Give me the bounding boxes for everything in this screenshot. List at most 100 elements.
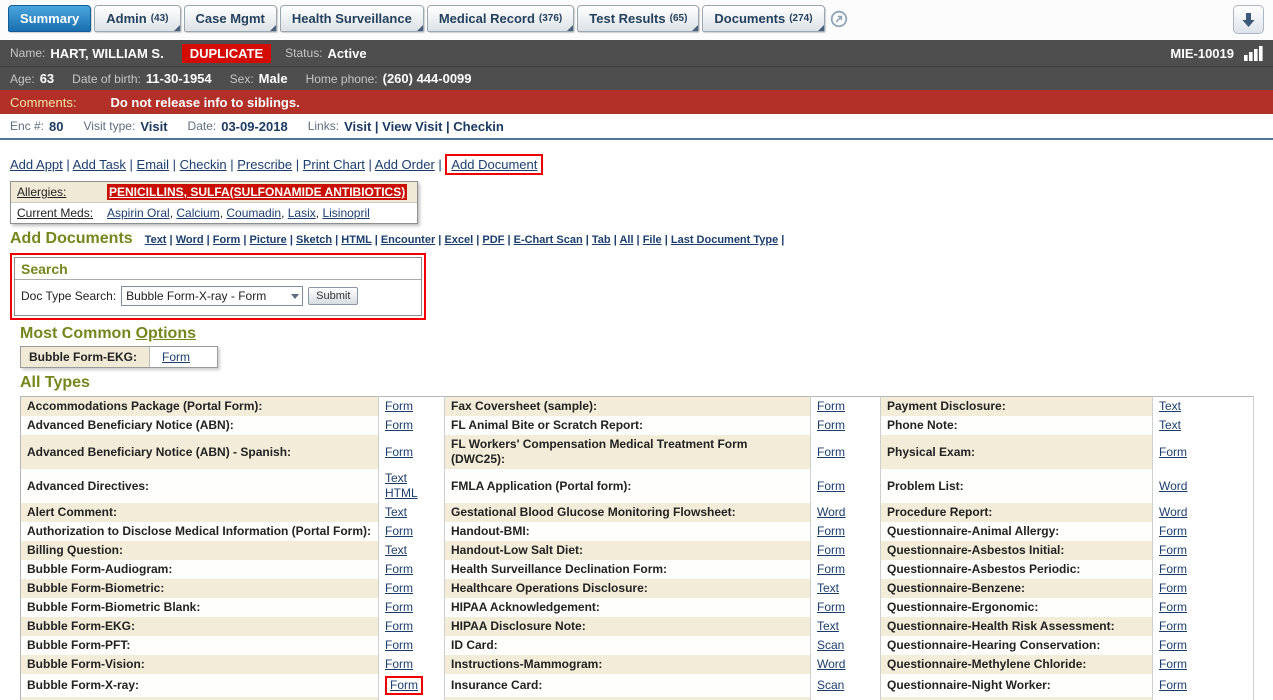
collapse-header-button[interactable] xyxy=(1233,5,1264,34)
tab-count: (65) xyxy=(670,13,688,24)
most-common-form-link[interactable]: Form xyxy=(162,350,190,364)
action-add-order[interactable]: Add Order xyxy=(375,157,435,172)
doc-link-bubble-form-audiogram-form[interactable]: Form xyxy=(385,562,413,576)
format-link-encounter[interactable]: Encounter xyxy=(381,234,435,246)
action-email[interactable]: Email xyxy=(137,157,170,172)
doc-link-bubble-form-vision-form[interactable]: Form xyxy=(385,657,413,671)
format-link-text[interactable]: Text xyxy=(145,234,167,246)
doc-link-fmla-application-portal-form-form[interactable]: Form xyxy=(817,479,845,493)
enc-link-checkin[interactable]: Checkin xyxy=(453,119,504,134)
doc-link-health-surveillance-declination-form-form[interactable]: Form xyxy=(817,562,845,576)
action-add-document[interactable]: Add Document xyxy=(451,157,537,172)
allergies-link[interactable]: Allergies: xyxy=(17,185,66,199)
format-link-form[interactable]: Form xyxy=(213,234,241,246)
doc-link-bubble-form-x-ray-form[interactable]: Form xyxy=(390,678,418,692)
doc-link-questionnaire-animal-allergy-form[interactable]: Form xyxy=(1159,524,1187,538)
action-checkin[interactable]: Checkin xyxy=(180,157,227,172)
doc-link-bubble-form-ekg-form[interactable]: Form xyxy=(385,619,413,633)
doc-link-fax-coversheet-sample-form[interactable]: Form xyxy=(817,399,845,413)
most-common-doc-link-cell: Form xyxy=(149,347,217,367)
action-prescribe[interactable]: Prescribe xyxy=(237,157,292,172)
med-link-calcium[interactable]: Calcium xyxy=(176,206,219,220)
tab-summary[interactable]: Summary xyxy=(8,5,91,32)
tab-case-mgmt[interactable]: Case Mgmt xyxy=(184,5,277,32)
doc-link-questionnaire-benzene-form[interactable]: Form xyxy=(1159,581,1187,595)
doc-link-fl-animal-bite-or-scratch-report-form[interactable]: Form xyxy=(817,418,845,432)
med-link-lisinopril[interactable]: Lisinopril xyxy=(322,206,369,220)
format-link-excel[interactable]: Excel xyxy=(444,234,473,246)
tab-test-results[interactable]: Test Results(65) xyxy=(577,5,699,32)
doc-link-advanced-beneficiary-notice-abn-spanish-form[interactable]: Form xyxy=(385,445,413,459)
doc-link-questionnaire-asbestos-periodic-form[interactable]: Form xyxy=(1159,562,1187,576)
doc-link-questionnaire-methylene-chloride-form[interactable]: Form xyxy=(1159,657,1187,671)
format-link-tab[interactable]: Tab xyxy=(592,234,611,246)
pop-out-circle-icon[interactable] xyxy=(830,10,848,33)
doc-link-hipaa-disclosure-note-text[interactable]: Text xyxy=(817,619,839,633)
doc-link-gestational-blood-glucose-monitoring-flowsheet-word[interactable]: Word xyxy=(817,505,845,519)
format-link-e-chart-scan[interactable]: E-Chart Scan xyxy=(514,234,583,246)
format-link-all[interactable]: All xyxy=(619,234,633,246)
doc-link-handout-low-salt-diet-form[interactable]: Form xyxy=(817,543,845,557)
med-link-aspirin-oral[interactable]: Aspirin Oral xyxy=(107,206,170,220)
doc-link-questionnaire-night-worker-form[interactable]: Form xyxy=(1159,678,1187,692)
doc-link-advanced-beneficiary-notice-abn-form[interactable]: Form xyxy=(385,418,413,432)
current-meds-link[interactable]: Current Meds: xyxy=(17,206,93,220)
doc-type-search-label: Doc Type Search: xyxy=(21,289,116,303)
doc-link-authorization-to-disclose-medical-information-portal-form-form[interactable]: Form xyxy=(385,524,413,538)
doc-link-procedure-report-word[interactable]: Word xyxy=(1159,505,1187,519)
doc-link-questionnaire-asbestos-initial-form[interactable]: Form xyxy=(1159,543,1187,557)
enc-link-view-visit[interactable]: View Visit xyxy=(382,119,442,134)
doc-link-physical-exam-form[interactable]: Form xyxy=(1159,445,1187,459)
doc-link-insurance-card-scan[interactable]: Scan xyxy=(817,678,844,692)
combo-dropdown-icon[interactable] xyxy=(291,294,299,299)
doc-link-questionnaire-ergonomic-form[interactable]: Form xyxy=(1159,600,1187,614)
doc-link-instructions-mammogram-word[interactable]: Word xyxy=(817,657,845,671)
doc-link-alert-comment-text[interactable]: Text xyxy=(385,505,407,519)
visit-date-label: Date: xyxy=(188,119,217,133)
tab-health-surveillance[interactable]: Health Surveillance xyxy=(280,5,424,32)
doc-link-advanced-directives-text[interactable]: Text xyxy=(385,471,438,486)
doc-link-healthcare-operations-disclosure-text[interactable]: Text xyxy=(817,581,839,595)
doc-type-search-input[interactable] xyxy=(121,286,303,306)
doc-link-advanced-directives-html[interactable]: HTML xyxy=(385,486,438,501)
doc-link-hipaa-acknowledgement-form[interactable]: Form xyxy=(817,600,845,614)
bar-chart-icon[interactable] xyxy=(1244,46,1263,61)
doc-link-bubble-form-biometric-form[interactable]: Form xyxy=(385,581,413,595)
med-link-coumadin[interactable]: Coumadin xyxy=(226,206,281,220)
format-link-picture[interactable]: Picture xyxy=(250,234,287,246)
doc-link-bubble-form-biometric-blank-form[interactable]: Form xyxy=(385,600,413,614)
doc-link-handout-bmi-form[interactable]: Form xyxy=(817,524,845,538)
doc-link-payment-disclosure-text[interactable]: Text xyxy=(1159,399,1181,413)
action-add-appt[interactable]: Add Appt xyxy=(10,157,63,172)
enc-link-visit[interactable]: Visit xyxy=(344,119,371,134)
doc-link-billing-question-text[interactable]: Text xyxy=(385,543,407,557)
most-common-options-link[interactable]: Options xyxy=(136,325,196,342)
duplicate-badge[interactable]: DUPLICATE xyxy=(182,44,271,63)
doc-type-row: Bubble Form-Biometric Blank:FormHIPAA Ac… xyxy=(21,598,1254,617)
submit-button[interactable]: Submit xyxy=(308,287,358,305)
doc-type-link-cell: Form xyxy=(379,617,445,636)
tab-admin[interactable]: Admin(43) xyxy=(94,5,180,32)
doc-link-phone-note-text[interactable]: Text xyxy=(1159,418,1181,432)
action-add-task[interactable]: Add Task xyxy=(73,157,126,172)
format-link-html[interactable]: HTML xyxy=(341,234,371,246)
allergies-panel: Allergies: PENICILLINS, SULFA(SULFONAMID… xyxy=(10,181,418,224)
tab-medical-record[interactable]: Medical Record(376) xyxy=(427,5,574,32)
doc-link-questionnaire-health-risk-assessment-form[interactable]: Form xyxy=(1159,619,1187,633)
format-link-word[interactable]: Word xyxy=(176,234,204,246)
tab-documents[interactable]: Documents(274) xyxy=(702,5,824,32)
med-link-lasix[interactable]: Lasix xyxy=(288,206,316,220)
format-link-last-document-type[interactable]: Last Document Type xyxy=(671,234,778,246)
doc-link-bubble-form-pft-form[interactable]: Form xyxy=(385,638,413,652)
doc-link-problem-list-word[interactable]: Word xyxy=(1159,479,1187,493)
allergy-alert-link[interactable]: PENICILLINS, SULFA(SULFONAMIDE ANTIBIOTI… xyxy=(107,184,407,200)
dob-label: Date of birth: xyxy=(72,72,141,86)
doc-link-fl-workers-compensation-medical-treatment-form-dwc25-form[interactable]: Form xyxy=(817,445,845,459)
format-link-file[interactable]: File xyxy=(643,234,662,246)
doc-link-id-card-scan[interactable]: Scan xyxy=(817,638,844,652)
doc-link-questionnaire-hearing-conservation-form[interactable]: Form xyxy=(1159,638,1187,652)
doc-link-accommodations-package-portal-form-form[interactable]: Form xyxy=(385,399,413,413)
format-link-pdf[interactable]: PDF xyxy=(482,234,504,246)
format-link-sketch[interactable]: Sketch xyxy=(296,234,332,246)
action-print-chart[interactable]: Print Chart xyxy=(303,157,365,172)
